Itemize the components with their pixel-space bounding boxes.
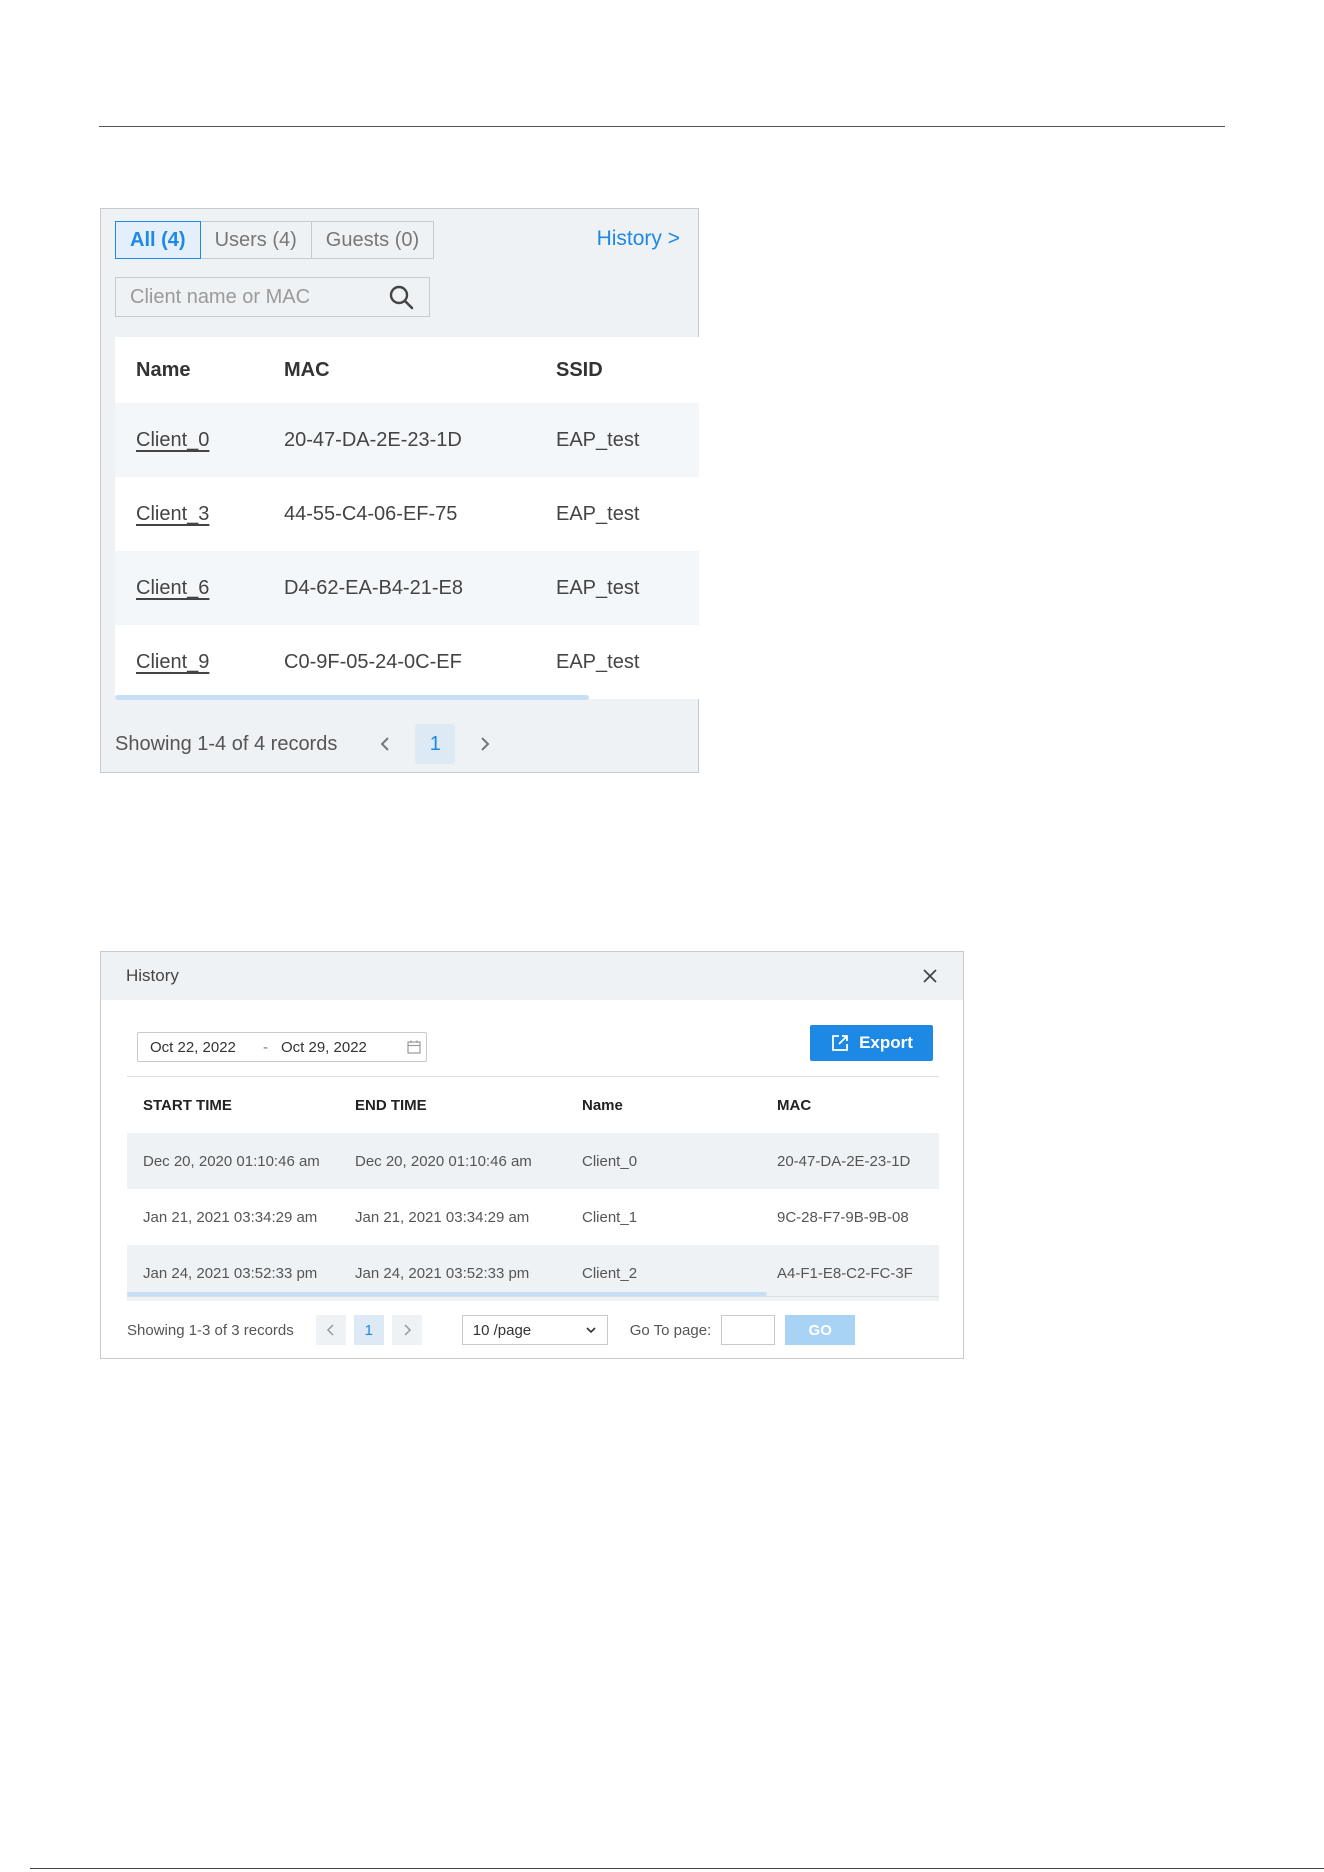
mac-cell: 20-47-DA-2E-23-1D [777, 1152, 911, 1170]
history-link[interactable]: History > [597, 227, 680, 251]
name-cell: Client_2 [582, 1264, 638, 1282]
mac-cell: A4-F1-E8-C2-FC-3F [777, 1264, 913, 1282]
goto-page-label: Go To page: [629, 1321, 712, 1339]
client-name-link[interactable]: Client_0 [136, 429, 209, 451]
tab-users[interactable]: Users (4) [199, 221, 312, 259]
client-ssid: EAP_test [556, 576, 640, 599]
tab-guests[interactable]: Guests (0) [310, 221, 435, 259]
export-button[interactable]: Export [810, 1025, 933, 1061]
goto-page-input[interactable] [721, 1315, 776, 1345]
start-time-cell: Jan 21, 2021 03:34:29 am [143, 1208, 318, 1226]
name-cell: Client_0 [582, 1152, 638, 1170]
go-button[interactable]: GO [785, 1315, 856, 1345]
search-input[interactable]: Client name or MAC [115, 277, 430, 317]
horizontal-scrollbar[interactable] [115, 695, 589, 700]
tab-all[interactable]: All (4) [115, 221, 201, 259]
date-range-picker[interactable]: Oct 22, 2022 - Oct 29, 2022 [137, 1032, 427, 1062]
start-time-cell: Jan 24, 2021 03:52:33 pm [143, 1264, 318, 1282]
client-mac: 20-47-DA-2E-23-1D [284, 428, 462, 451]
end-time-cell: Dec 20, 2020 01:10:46 am [355, 1152, 532, 1170]
column-header-mac[interactable]: MAC [284, 359, 556, 382]
table-row[interactable]: Client_9 C0-9F-05-24-0C-EF EAP_test [115, 625, 699, 699]
table-row[interactable]: Jan 21, 2021 03:34:29 am Jan 21, 2021 03… [127, 1189, 939, 1245]
column-header-mac[interactable]: MAC [777, 1097, 939, 1114]
chevron-right-icon[interactable] [391, 1315, 422, 1345]
table-row[interactable]: Client_6 D4-62-EA-B4-21-E8 EAP_test [115, 551, 699, 625]
chevron-left-icon[interactable] [315, 1315, 346, 1345]
history-table: START TIME END TIME Name MAC Dec 20, 202… [127, 1076, 939, 1301]
close-icon[interactable] [922, 968, 938, 984]
client-ssid: EAP_test [556, 502, 640, 525]
pagination: 1 [375, 724, 495, 764]
column-header-name[interactable]: Name [115, 359, 284, 382]
client-filter-tabs: All (4) Users (4) Guests (0) [115, 221, 435, 261]
name-cell: Client_1 [582, 1208, 638, 1226]
column-header-end-time[interactable]: END TIME [355, 1097, 582, 1114]
history-dialog: History Oct 22, 2022 - Oct 29, 2022 Expo… [100, 951, 964, 1359]
mac-cell: 9C-28-F7-9B-9B-08 [777, 1208, 909, 1226]
records-count: Showing 1-3 of 3 records [127, 1321, 294, 1339]
date-range-separator: - [263, 1038, 268, 1056]
client-name-link[interactable]: Client_3 [136, 503, 209, 525]
page-number-button[interactable]: 1 [353, 1315, 384, 1345]
table-divider [127, 1296, 939, 1297]
pagination: 1 [315, 1315, 422, 1345]
export-label: Export [859, 1033, 913, 1052]
clients-footer: Showing 1-4 of 4 records 1 [115, 724, 495, 764]
chevron-right-icon[interactable] [475, 734, 495, 754]
top-divider [99, 126, 1225, 127]
client-mac: D4-62-EA-B4-21-E8 [284, 576, 463, 599]
column-header-name[interactable]: Name [582, 1097, 777, 1114]
dialog-footer: Showing 1-3 of 3 records 1 10 /page Go T… [127, 1315, 856, 1345]
clients-panel: All (4) Users (4) Guests (0) History > C… [100, 208, 699, 773]
clients-table: Name MAC SSID Client_0 20-47-DA-2E-23-1D… [115, 337, 699, 699]
page-size-select[interactable]: 10 /page [461, 1315, 608, 1345]
table-header: START TIME END TIME Name MAC [127, 1077, 939, 1133]
client-mac: C0-9F-05-24-0C-EF [284, 650, 462, 673]
calendar-icon[interactable] [406, 1039, 422, 1055]
chevron-left-icon[interactable] [375, 734, 395, 754]
end-time-cell: Jan 21, 2021 03:34:29 am [355, 1208, 530, 1226]
export-icon [832, 1035, 848, 1051]
table-row[interactable]: Dec 20, 2020 01:10:46 am Dec 20, 2020 01… [127, 1133, 939, 1189]
page-size-value: 10 /page [472, 1321, 532, 1339]
dialog-header: History [101, 952, 963, 1000]
chevron-down-icon [586, 1327, 596, 1334]
page-number-button[interactable]: 1 [415, 724, 456, 764]
search-placeholder: Client name or MAC [130, 285, 311, 308]
client-name-link[interactable]: Client_9 [136, 651, 209, 673]
date-range-start: Oct 22, 2022 [150, 1038, 236, 1056]
start-time-cell: Dec 20, 2020 01:10:46 am [143, 1152, 320, 1170]
column-header-ssid[interactable]: SSID [556, 359, 696, 382]
table-row[interactable]: Client_3 44-55-C4-06-EF-75 EAP_test [115, 477, 699, 551]
date-range-end: Oct 29, 2022 [281, 1038, 367, 1056]
records-count: Showing 1-4 of 4 records [115, 732, 338, 755]
client-ssid: EAP_test [556, 428, 640, 451]
column-header-start-time[interactable]: START TIME [127, 1097, 355, 1114]
table-header: Name MAC SSID [115, 337, 699, 403]
client-mac: 44-55-C4-06-EF-75 [284, 502, 458, 525]
client-name-link[interactable]: Client_6 [136, 577, 209, 599]
client-ssid: EAP_test [556, 650, 640, 673]
end-time-cell: Jan 24, 2021 03:52:33 pm [355, 1264, 530, 1282]
table-row[interactable]: Client_0 20-47-DA-2E-23-1D EAP_test [115, 403, 699, 477]
dialog-title: History [126, 966, 179, 985]
search-icon[interactable] [387, 283, 415, 311]
bottom-divider [30, 1868, 1324, 1869]
